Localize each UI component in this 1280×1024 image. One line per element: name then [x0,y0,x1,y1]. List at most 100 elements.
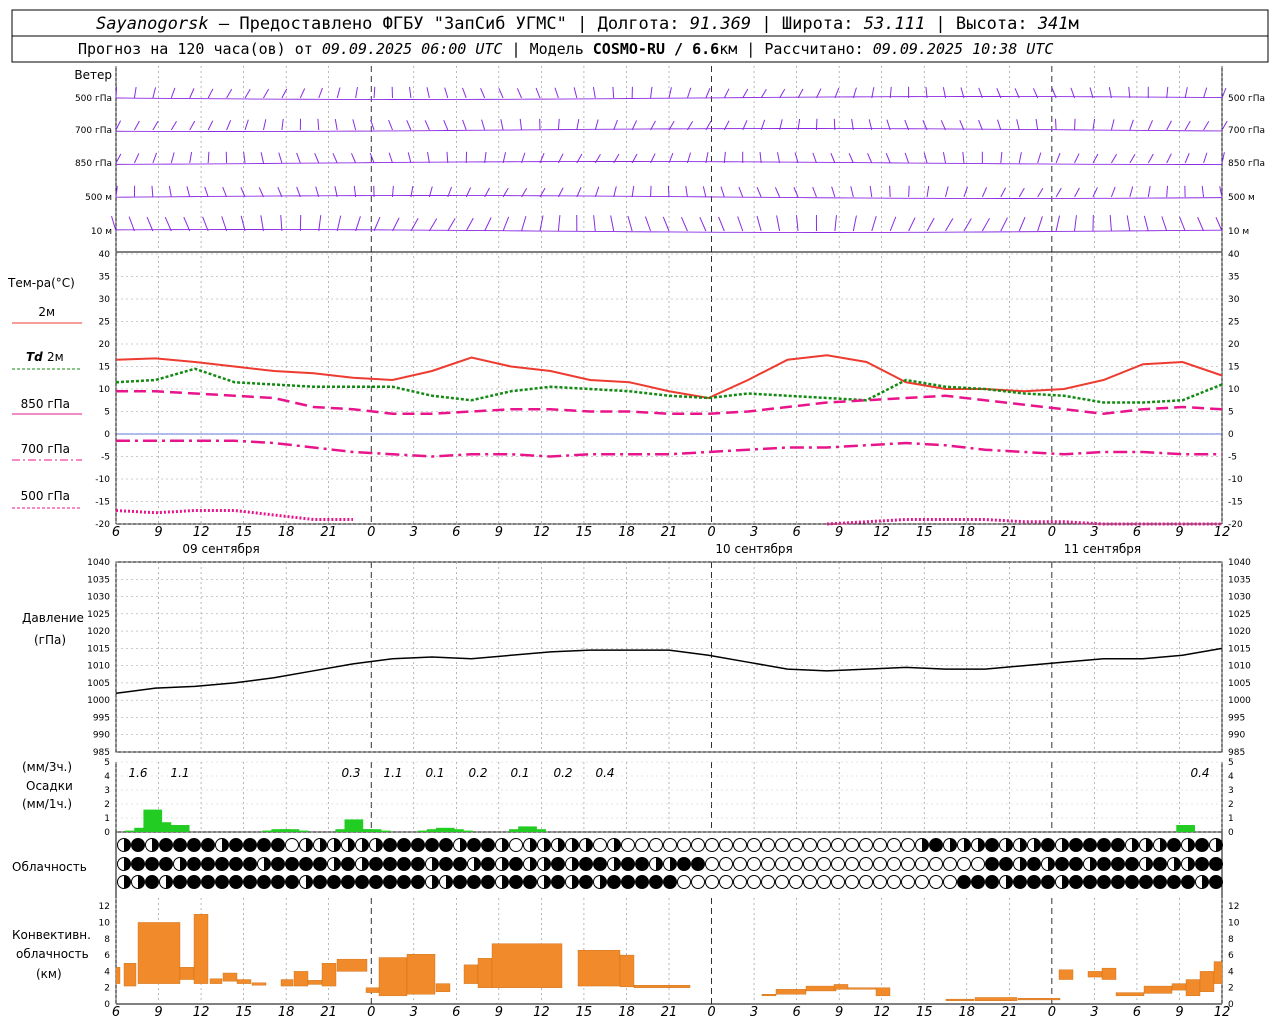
precip-tick-left: 5 [104,758,110,768]
forecast-line: Прогноз на 120 часа(ов) от 09.09.2025 06… [78,40,1053,58]
x-tick-label: 0 [367,525,375,540]
wind-barb [557,118,560,131]
cloud-fill [1153,875,1167,889]
wind-barb [1074,153,1080,164]
wind-barb [388,152,393,164]
precip-tick-left: 1 [104,814,110,824]
wind-barb [207,151,210,164]
precip-bar [289,830,309,832]
wind-barb [1201,185,1205,198]
conv-bar [115,967,121,984]
wind-barb [631,185,635,198]
cloud-half [1006,838,1013,852]
wind-barb [133,153,140,164]
cloud-circle [971,857,985,871]
cloud-half [1188,838,1195,852]
cloud-circle [831,857,845,871]
wind-barb [831,186,836,198]
wind-barb [204,186,209,198]
wind-barb [443,120,449,131]
wind-barb [1018,152,1022,164]
temp-tick-right: 10 [1228,385,1240,395]
cloud-fill [691,857,705,871]
wind-barb [1110,186,1116,198]
pressure-tick-right: 1030 [1228,593,1251,603]
pressure-line [115,647,1223,695]
cloud-fill [285,875,299,889]
wind-barb [1203,152,1208,164]
cloud-fill [509,857,523,871]
wind-barb [1037,216,1043,232]
temp-tick-right: 20 [1228,340,1240,350]
wind-barb [926,217,935,232]
conv-bar [463,964,479,984]
precip-top-label: (мм/3ч.) [22,760,72,774]
wind-barb [776,152,781,164]
cloud-fill [243,875,257,889]
wind-barb [406,120,412,131]
cloud-fill [327,875,341,889]
cloud-fill [985,838,999,852]
pressure-tick-left: 1000 [87,696,110,706]
x-tick-label: 6 [1133,525,1141,540]
wind-barb [812,152,817,164]
wind-barb [812,186,817,198]
wind-barb [593,215,596,232]
cloud-fill [341,857,355,871]
cloud-circle [845,838,859,852]
pressure-tick-left: 995 [93,713,110,723]
wind-barb [240,187,246,198]
wind-barb [535,87,541,99]
cloud-circle [761,838,775,852]
wind-barb [462,87,467,99]
cloud-fill [411,857,425,871]
x-tick-label: 9 [154,525,162,540]
temp-tick-left: 35 [99,273,110,283]
cloud-circle [845,875,859,889]
cloud-circle [943,857,957,871]
wind-barb [686,87,692,99]
temp-tick-right: -15 [1228,498,1243,508]
wind-barb [502,216,510,232]
wind-barb [1108,87,1112,99]
cloud-fill [313,857,327,871]
wind-barb [299,88,306,99]
cloud-circle [831,838,845,852]
td-label: Td 2м [26,350,64,364]
wind-barb [723,88,730,99]
cloud-fill [229,838,243,852]
wind-barb [613,186,617,198]
precip-tick-right: 5 [1228,758,1234,768]
cloud-half [1006,875,1013,889]
x-tick-label: 0 [707,1005,715,1020]
cloud-circle [593,838,607,852]
cloud-circle [719,857,733,871]
x-tick-label: 0 [1048,1005,1056,1020]
cloud-circle [509,838,523,852]
x-tick-label: 6 [452,525,460,540]
pressure-tick-right: 1040 [1228,558,1251,568]
precip-value-label: 0.2 [468,766,487,780]
cloud-circle [859,838,873,852]
wind-barb [613,119,618,131]
wind-barb [1166,185,1169,198]
cloud-half [530,857,537,871]
precip-bar [454,830,473,832]
wind-barb [481,119,486,131]
cloud-circle [915,857,929,871]
cloud-fill [341,875,355,889]
conv-bar [1213,961,1223,984]
pressure-tick-left: 1005 [87,679,110,689]
pressure-tick-left: 1025 [87,610,110,620]
wind-barb [351,153,357,164]
x-tick-label: 9 [495,1005,503,1020]
cloud-fill [1013,875,1027,889]
cloud-half [614,838,621,852]
x-tick-label: 6 [792,1005,800,1020]
x-tick-label: 21 [320,525,337,540]
pressure-tick-left: 1040 [87,558,110,568]
pressure-tick-left: 990 [93,731,110,741]
cloud-half [446,875,453,889]
cloud-circle [719,875,733,889]
conv-label-2: облачность [16,947,89,961]
